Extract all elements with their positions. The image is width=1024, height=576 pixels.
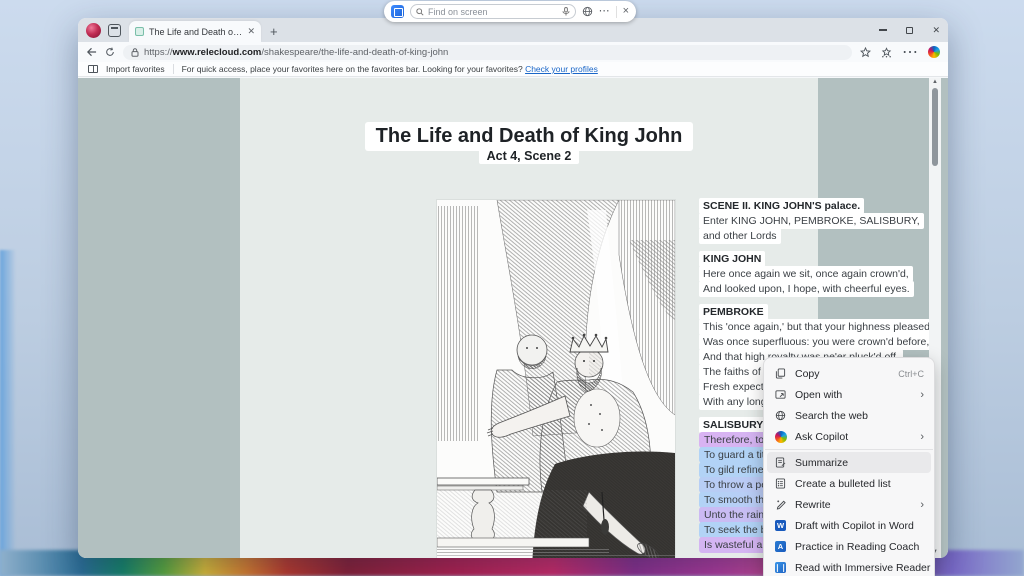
toolbar-right-icons: ⋯	[860, 42, 940, 62]
submenu-chevron-icon: ›	[920, 499, 924, 511]
overlay-divider	[616, 6, 617, 18]
tab-actions-icon[interactable]	[108, 24, 121, 37]
scene-block: SCENE II. KING JOHN'S palace. Enter KING…	[699, 198, 948, 243]
article-header: The Life and Death of King John Act 4, S…	[240, 122, 818, 164]
settings-more-icon[interactable]: ⋯	[902, 42, 918, 62]
tab-close-icon[interactable]: ✕	[247, 26, 255, 37]
window-controls: ✕	[879, 18, 940, 42]
speaker-name: PEMBROKE	[699, 304, 768, 320]
browser-tab[interactable]: The Life and Death of King John ✕	[129, 21, 261, 42]
lock-icon[interactable]	[131, 48, 139, 57]
open-with-icon	[774, 388, 787, 401]
maximize-button[interactable]	[906, 27, 913, 34]
immersive-reader-icon: ❘❘	[774, 561, 787, 574]
page-subtitle: Act 4, Scene 2	[479, 148, 580, 164]
menu-item-draft-with-copilot-in-word[interactable]: W Draft with Copilot in Word	[764, 515, 934, 536]
menu-item-read-with-immersive-reader[interactable]: ❘❘ Read with Immersive Reader	[764, 557, 934, 576]
check-profiles-link[interactable]: Check your profiles	[525, 64, 598, 74]
copilot-icon	[774, 430, 787, 443]
speaker-name: SALISBURY	[699, 417, 767, 433]
stage-direction: Enter KING JOHN, PEMBROKE, SALISBURY,	[699, 213, 924, 229]
more-options-icon[interactable]: ⋯	[599, 6, 610, 17]
address-bar[interactable]: https://www.relecloud.com/shakespeare/th…	[123, 45, 852, 60]
scene-heading: SCENE II. KING JOHN'S palace.	[699, 198, 864, 214]
context-menu: Copy Ctrl+C Open with › Search the web A…	[763, 357, 935, 576]
submenu-chevron-icon: ›	[920, 389, 924, 401]
verse-line: Here once again we sit, once again crown…	[699, 266, 913, 282]
wallpaper-blue-petal	[0, 250, 16, 576]
favorites-bar: Import favorites For quick access, place…	[78, 62, 948, 77]
stage-direction: and other Lords	[699, 228, 781, 244]
bulleted-list-icon	[774, 477, 787, 490]
menu-item-rewrite[interactable]: Rewrite ›	[764, 494, 934, 515]
shortcut-label: Ctrl+C	[898, 369, 924, 379]
find-on-screen-input[interactable]	[428, 7, 558, 17]
rewrite-icon	[774, 498, 787, 511]
import-favorites-icon	[88, 65, 98, 73]
menu-item-practice-in-reading-coach[interactable]: A Practice in Reading Coach	[764, 536, 934, 557]
menu-item-copy[interactable]: Copy Ctrl+C	[764, 363, 934, 384]
search-icon	[416, 8, 424, 16]
menu-item-search-the-web[interactable]: Search the web	[764, 405, 934, 426]
verse-line: And looked upon, I hope, with cheerful e…	[699, 281, 914, 297]
find-on-screen-searchbox[interactable]	[410, 4, 576, 19]
profile-avatar[interactable]	[86, 23, 101, 38]
page-title: The Life and Death of King John	[365, 122, 694, 151]
refresh-icon[interactable]	[105, 47, 115, 57]
url-text: https://www.relecloud.com/shakespeare/th…	[144, 47, 448, 58]
microphone-icon[interactable]	[562, 7, 570, 16]
copilot-icon[interactable]	[928, 46, 940, 58]
copy-icon	[774, 367, 787, 380]
summarize-icon	[774, 456, 787, 469]
king-john-speech: KING JOHN Here once again we sit, once a…	[699, 251, 948, 296]
favorites-bar-icon[interactable]	[881, 47, 892, 58]
article-column: The Life and Death of King John Act 4, S…	[240, 78, 818, 558]
menu-item-create-bulleted-list[interactable]: Create a bulleted list	[764, 473, 934, 494]
verse-line: This 'once again,' but that your highnes…	[699, 319, 937, 335]
import-favorites-button[interactable]: Import favorites	[106, 64, 165, 74]
speaker-name: KING JOHN	[699, 251, 765, 267]
page-favicon	[135, 27, 144, 36]
back-icon[interactable]	[86, 47, 97, 57]
minimize-button[interactable]	[879, 29, 887, 30]
favorite-star-icon[interactable]	[860, 47, 871, 58]
scrollbar-thumb[interactable]	[932, 88, 938, 166]
king-john-engraving-image	[437, 200, 675, 558]
menu-separator	[765, 449, 933, 450]
menu-item-open-with[interactable]: Open with ›	[764, 384, 934, 405]
tab-title: The Life and Death of King John	[149, 27, 242, 37]
verse-line: Was once superfluous: you were crown'd b…	[699, 334, 933, 350]
web-search-icon	[774, 409, 787, 422]
globe-icon[interactable]	[582, 6, 593, 17]
favorites-divider	[173, 64, 174, 74]
new-tab-button[interactable]: +	[270, 25, 278, 38]
submenu-chevron-icon: ›	[920, 431, 924, 443]
word-icon: W	[774, 519, 787, 532]
scroll-up-icon[interactable]: ▲	[932, 78, 938, 86]
visual-search-icon[interactable]	[391, 5, 404, 18]
menu-item-summarize[interactable]: Summarize	[767, 452, 931, 473]
browser-toolbar: https://www.relecloud.com/shakespeare/th…	[78, 42, 948, 62]
menu-item-ask-copilot[interactable]: Ask Copilot ›	[764, 426, 934, 447]
favorites-hint-text: For quick access, place your favorites h…	[182, 64, 598, 74]
close-window-button[interactable]: ✕	[932, 26, 940, 35]
close-icon[interactable]: ×	[623, 6, 629, 17]
find-on-screen-toolbar: ⋯ ×	[384, 1, 636, 22]
reading-coach-icon: A	[774, 540, 787, 553]
